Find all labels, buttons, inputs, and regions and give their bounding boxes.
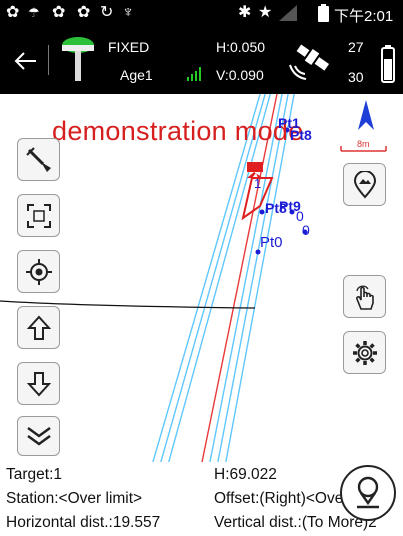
station-label: Station:<Over limit> <box>6 490 143 507</box>
locate-icon <box>25 258 52 285</box>
zoom-extent-button[interactable] <box>17 194 60 237</box>
map-layer-button[interactable] <box>343 163 386 206</box>
point-label: Pt8 <box>290 127 312 143</box>
scale-label: 8m <box>357 139 370 149</box>
arrow-up-icon <box>26 315 51 340</box>
solution-status: FIXED <box>108 39 150 55</box>
horizontal-distance: Horizontal dist.:19.557 <box>6 514 161 531</box>
shovel-icon <box>25 146 51 172</box>
collapse-toolbar-button[interactable] <box>17 416 60 456</box>
collapse-icon <box>26 426 51 446</box>
bluetooth-icon: ✱ <box>238 4 252 21</box>
gnss-receiver-icon[interactable] <box>60 35 96 85</box>
app-icon-2: ☂ <box>28 5 40 20</box>
touch-icon <box>355 285 374 310</box>
point-label: 1 <box>254 176 262 191</box>
signal-bars-icon <box>187 67 201 81</box>
settings-button[interactable] <box>343 331 386 374</box>
star-icon: ★ <box>258 4 273 21</box>
age-label: Age1 <box>120 67 153 83</box>
point-label: Pt0 <box>260 234 283 251</box>
battery-icon <box>318 4 329 22</box>
battery-level-icon <box>381 45 395 83</box>
sat-visible: 30 <box>348 69 364 85</box>
north-arrow-icon[interactable] <box>358 100 374 132</box>
point-label: 0 <box>302 222 310 238</box>
divider <box>48 45 49 75</box>
height-value: H:69.022 <box>214 466 277 483</box>
locate-button[interactable] <box>17 250 60 293</box>
move-down-button[interactable] <box>17 362 60 405</box>
watermark-text: demonstration mode <box>52 116 304 146</box>
target-label: Target:1 <box>6 466 63 483</box>
top-toolbar: FIXED Age1 H:0.050 V:0.090 27 30 <box>0 27 403 94</box>
app-icon-4: ✿ <box>77 4 91 21</box>
arrow-down-icon <box>26 371 51 396</box>
map-layer-icon <box>353 170 376 198</box>
signal-icon <box>279 5 297 21</box>
back-arrow-icon[interactable] <box>14 51 38 71</box>
app-icon-6: ♆ <box>122 4 134 21</box>
location-pin-icon <box>357 476 379 509</box>
app-icon-5: ↻ <box>100 4 114 21</box>
collect-point-button[interactable] <box>340 465 396 521</box>
h-precision: H:0.050 <box>216 39 266 55</box>
settings-icon <box>352 340 377 365</box>
app-icon-3: ✿ <box>52 4 66 21</box>
v-precision: V:0.090 <box>216 67 264 83</box>
stakeout-tool-button[interactable] <box>17 138 60 181</box>
stakeout-info-panel: Target:1 H:69.022 Station:<Over limit> O… <box>0 462 403 536</box>
status-bar: ✿ ☂ ✿ ✿ ↻ ♆ ✱ ★ 下午2:01 <box>0 0 403 27</box>
satellite-icon[interactable] <box>286 37 334 83</box>
map-view[interactable]: demonstration mode Pt1 Pt8 Pt8 Pt9 Pt0 0… <box>0 94 403 462</box>
zoom-extent-icon <box>26 203 51 228</box>
touch-mode-button[interactable] <box>343 275 386 318</box>
clock: 下午2:01 <box>334 8 394 25</box>
move-up-button[interactable] <box>17 306 60 349</box>
app-icon-1: ✿ <box>6 4 20 21</box>
sat-used: 27 <box>348 39 364 55</box>
